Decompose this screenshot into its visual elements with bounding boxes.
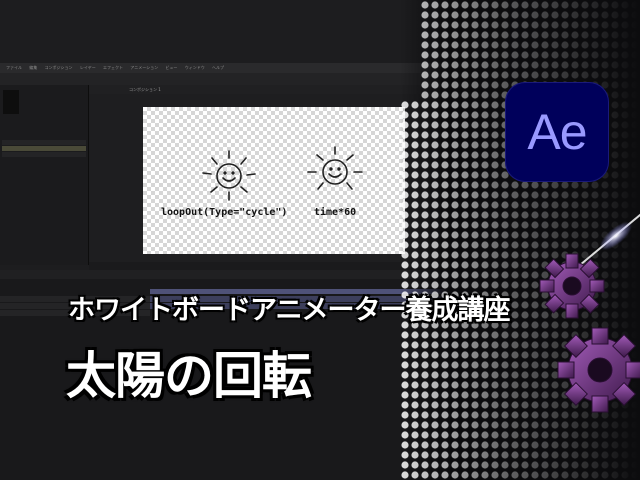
ae-logo-text: Ae [527, 104, 587, 160]
sun-icon [307, 146, 363, 190]
tab-composition[interactable]: コンポジション 1 [129, 87, 161, 92]
comp-canvas[interactable]: loopOut(Type="cycle") time*60 [143, 107, 405, 254]
expression-label-time: time*60 [314, 207, 357, 218]
ae-logo-icon: Ae [505, 82, 609, 182]
project-item[interactable] [2, 146, 86, 151]
project-thumbnail [3, 90, 19, 114]
menu-item-view[interactable]: ビュー [165, 65, 177, 70]
menu-item-help[interactable]: ヘルプ [212, 65, 224, 70]
menu-item-edit[interactable]: 編集 [29, 65, 37, 70]
project-list [2, 140, 86, 158]
expression-label-loopout: loopOut(Type="cycle") [161, 207, 288, 218]
menu-item-layer[interactable]: レイヤー [80, 65, 96, 70]
lesson-title: 太陽の回転 [66, 347, 312, 405]
project-item[interactable] [2, 140, 86, 145]
course-title: ホワイトボードアニメーター養成講座 [68, 295, 510, 326]
menu-item-effect[interactable]: エフェクト [103, 65, 123, 70]
gear-icon [539, 253, 640, 413]
menu-item-animation[interactable]: アニメーション [130, 65, 158, 70]
menu-item-composition[interactable]: コンポジション [45, 65, 73, 70]
sun-icon [202, 150, 256, 201]
menu-item-file[interactable]: ファイル [6, 65, 22, 70]
project-item[interactable] [2, 152, 86, 157]
menu-item-window[interactable]: ウィンドウ [185, 65, 205, 70]
